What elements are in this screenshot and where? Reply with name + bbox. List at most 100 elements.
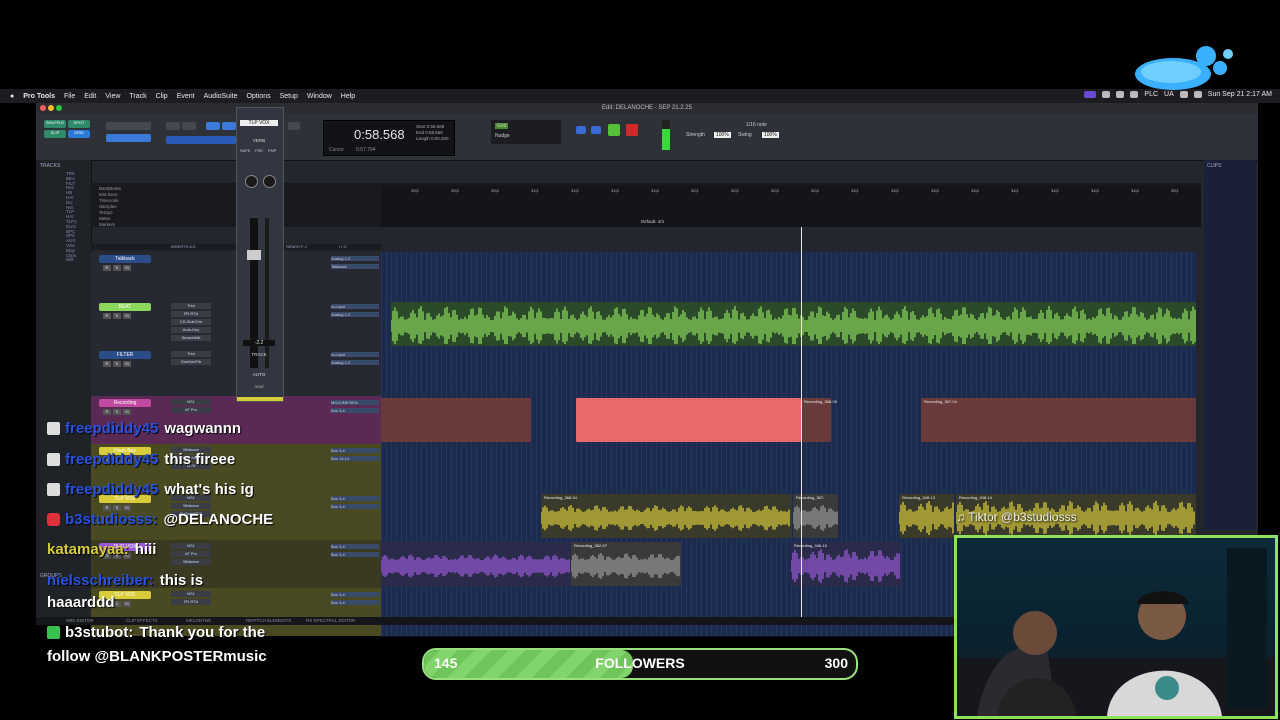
audio-clip[interactable] bbox=[391, 302, 1196, 346]
transport-record[interactable] bbox=[626, 124, 638, 136]
audio-clip[interactable] bbox=[576, 398, 801, 442]
audio-clip[interactable]: Recording_367-04 bbox=[921, 398, 1196, 442]
menubar-clock[interactable]: Sun Sep 21 2:17 AM bbox=[1208, 91, 1272, 98]
insert-slot[interactable]: FR-RTA bbox=[171, 311, 211, 317]
output-selector[interactable]: Analog 1-2 bbox=[331, 312, 379, 317]
output-selector[interactable]: Bus 13-14 bbox=[331, 456, 379, 461]
slip-button[interactable]: SLIP bbox=[44, 130, 66, 138]
insert-slot[interactable]: NS1 bbox=[171, 543, 211, 549]
solo-button[interactable]: S bbox=[113, 409, 121, 415]
input-selector[interactable]: Analog 1-2 bbox=[331, 256, 379, 261]
mixer-track-name[interactable]: TLP VOX bbox=[240, 120, 278, 126]
menu-audiosuite[interactable]: AudioSuite bbox=[204, 93, 238, 100]
track-name[interactable]: FILTER bbox=[99, 351, 151, 359]
swing-value[interactable]: 100% bbox=[762, 132, 779, 138]
bottom-tab[interactable]: REPITCH ELEMENTS bbox=[246, 618, 291, 623]
transport-rewind[interactable] bbox=[576, 126, 586, 134]
audio-clip[interactable] bbox=[381, 398, 531, 442]
menu-edit[interactable]: Edit bbox=[84, 93, 96, 100]
selector-tool-icon[interactable] bbox=[182, 122, 196, 130]
record-enable-button[interactable]: R bbox=[103, 313, 111, 319]
zoom-button[interactable] bbox=[56, 105, 62, 111]
track-lane[interactable] bbox=[381, 348, 1196, 397]
bottom-tab[interactable]: MELODYNE bbox=[186, 618, 211, 623]
tracks-list-item[interactable]: Mst bbox=[66, 258, 91, 263]
fre-button[interactable]: FRE bbox=[255, 148, 263, 153]
track-name[interactable]: Recording bbox=[99, 399, 151, 407]
screen-record-icon[interactable] bbox=[1084, 91, 1097, 98]
solo-button[interactable]: S bbox=[113, 265, 121, 271]
zoom-buttons[interactable] bbox=[106, 122, 151, 130]
menu-clip[interactable]: Clip bbox=[156, 93, 168, 100]
mute-button[interactable]: M bbox=[123, 313, 131, 319]
transport-stop[interactable] bbox=[591, 126, 601, 134]
playhead-cursor[interactable] bbox=[801, 227, 802, 617]
close-button[interactable] bbox=[40, 105, 46, 111]
audio-clip[interactable]: Recording_362-07 bbox=[571, 542, 681, 586]
fader-value[interactable]: -2.2 bbox=[243, 340, 275, 346]
grid-value[interactable]: 1/16 note bbox=[746, 122, 767, 128]
output-selector[interactable]: Bus 3-4 bbox=[331, 600, 379, 605]
solo-button[interactable]: S bbox=[113, 361, 121, 367]
menu-options[interactable]: Options bbox=[246, 93, 270, 100]
grid-mode-button[interactable]: GRID bbox=[68, 130, 90, 138]
trim-tool-icon[interactable] bbox=[166, 122, 180, 130]
preset-1-5-buttons[interactable] bbox=[106, 134, 151, 142]
record-enable-button[interactable]: R bbox=[103, 265, 111, 271]
fmp-button[interactable]: FMP bbox=[268, 148, 276, 153]
record-enable-button[interactable]: R bbox=[103, 409, 111, 415]
fader-cap[interactable] bbox=[247, 250, 261, 260]
status-icon[interactable] bbox=[1102, 91, 1111, 98]
insert-slot[interactable]: Auto-Key bbox=[171, 327, 211, 333]
solo-button[interactable]: S bbox=[113, 313, 121, 319]
menu-view[interactable]: View bbox=[105, 93, 120, 100]
status-icon[interactable] bbox=[1116, 91, 1125, 98]
timeline-ruler[interactable]: 30|2 30|3 30|4 31|1 31|2 31|3 31|4 32|1 32|2 32|3… bbox=[381, 185, 1201, 227]
track-name[interactable]: BEAT bbox=[99, 303, 151, 311]
mute-button[interactable]: M bbox=[123, 361, 131, 367]
audio-clip[interactable]: Recording_348-13 bbox=[899, 494, 954, 538]
insert-slot[interactable]: AT Pro bbox=[171, 551, 211, 557]
insert-slot[interactable]: NS1 bbox=[171, 399, 211, 405]
track-lane[interactable] bbox=[381, 252, 1196, 301]
menu-track[interactable]: Track bbox=[129, 93, 146, 100]
output-selector[interactable]: Bus 3-4 bbox=[331, 552, 379, 557]
insert-slot[interactable]: FR-RTA bbox=[171, 599, 211, 605]
safe-button[interactable]: SAFE bbox=[240, 148, 250, 153]
insert-slot[interactable]: NS1 bbox=[171, 591, 211, 597]
insert-slot[interactable]: Trim bbox=[171, 303, 211, 309]
mute-button[interactable]: M bbox=[123, 409, 131, 415]
insert-slot[interactable]: AT Pro bbox=[171, 407, 211, 413]
mute-button[interactable]: M bbox=[123, 601, 131, 607]
audio-clip[interactable]: Recording_368-05 bbox=[801, 398, 837, 442]
mixer-mode[interactable]: VERB bbox=[240, 138, 278, 143]
menu-window[interactable]: Window bbox=[307, 93, 332, 100]
track-button[interactable]: TRACK bbox=[243, 352, 275, 357]
bottom-tab[interactable]: CLIP EFFECTS bbox=[126, 618, 158, 623]
output-selector[interactable]: Analog 1-2 bbox=[331, 360, 379, 365]
app-menu[interactable]: Pro Tools bbox=[23, 93, 55, 100]
record-enable-button[interactable]: R bbox=[103, 361, 111, 367]
audio-clip[interactable]: Recording_367- bbox=[793, 494, 838, 538]
input-selector[interactable]: MIC/LINE/SEN bbox=[331, 400, 379, 405]
menu-file[interactable]: File bbox=[64, 93, 75, 100]
insert-slot[interactable]: Trim bbox=[171, 351, 211, 357]
insert-slot[interactable]: SmackAttk bbox=[171, 335, 211, 341]
minimize-button[interactable] bbox=[48, 105, 54, 111]
status-icon[interactable] bbox=[1130, 91, 1139, 98]
track-lane[interactable] bbox=[381, 300, 1196, 349]
output-selector[interactable]: Bus 3-4 bbox=[331, 504, 379, 509]
grabber-tool-icon[interactable] bbox=[206, 122, 220, 130]
spot-button[interactable]: SPOT bbox=[68, 120, 90, 128]
battery-icon[interactable] bbox=[1193, 91, 1202, 98]
audio-clip[interactable]: Recording_348-10 bbox=[791, 542, 901, 586]
pan-knob-right[interactable] bbox=[263, 175, 276, 188]
input-selector[interactable]: Bus 3-4 bbox=[331, 448, 379, 453]
bottom-tab[interactable]: MIDI EDITOR bbox=[66, 618, 94, 623]
smart-tool-icon[interactable] bbox=[222, 122, 236, 130]
auto-mode[interactable]: read bbox=[243, 384, 275, 389]
track-lane[interactable]: Recording_368-05 Recording_367-04 bbox=[381, 396, 1196, 445]
transport-play[interactable] bbox=[608, 124, 620, 136]
shuffle-button[interactable]: SHUFFLE bbox=[44, 120, 66, 128]
insert-slot[interactable]: OneKnbFltr bbox=[171, 359, 211, 365]
